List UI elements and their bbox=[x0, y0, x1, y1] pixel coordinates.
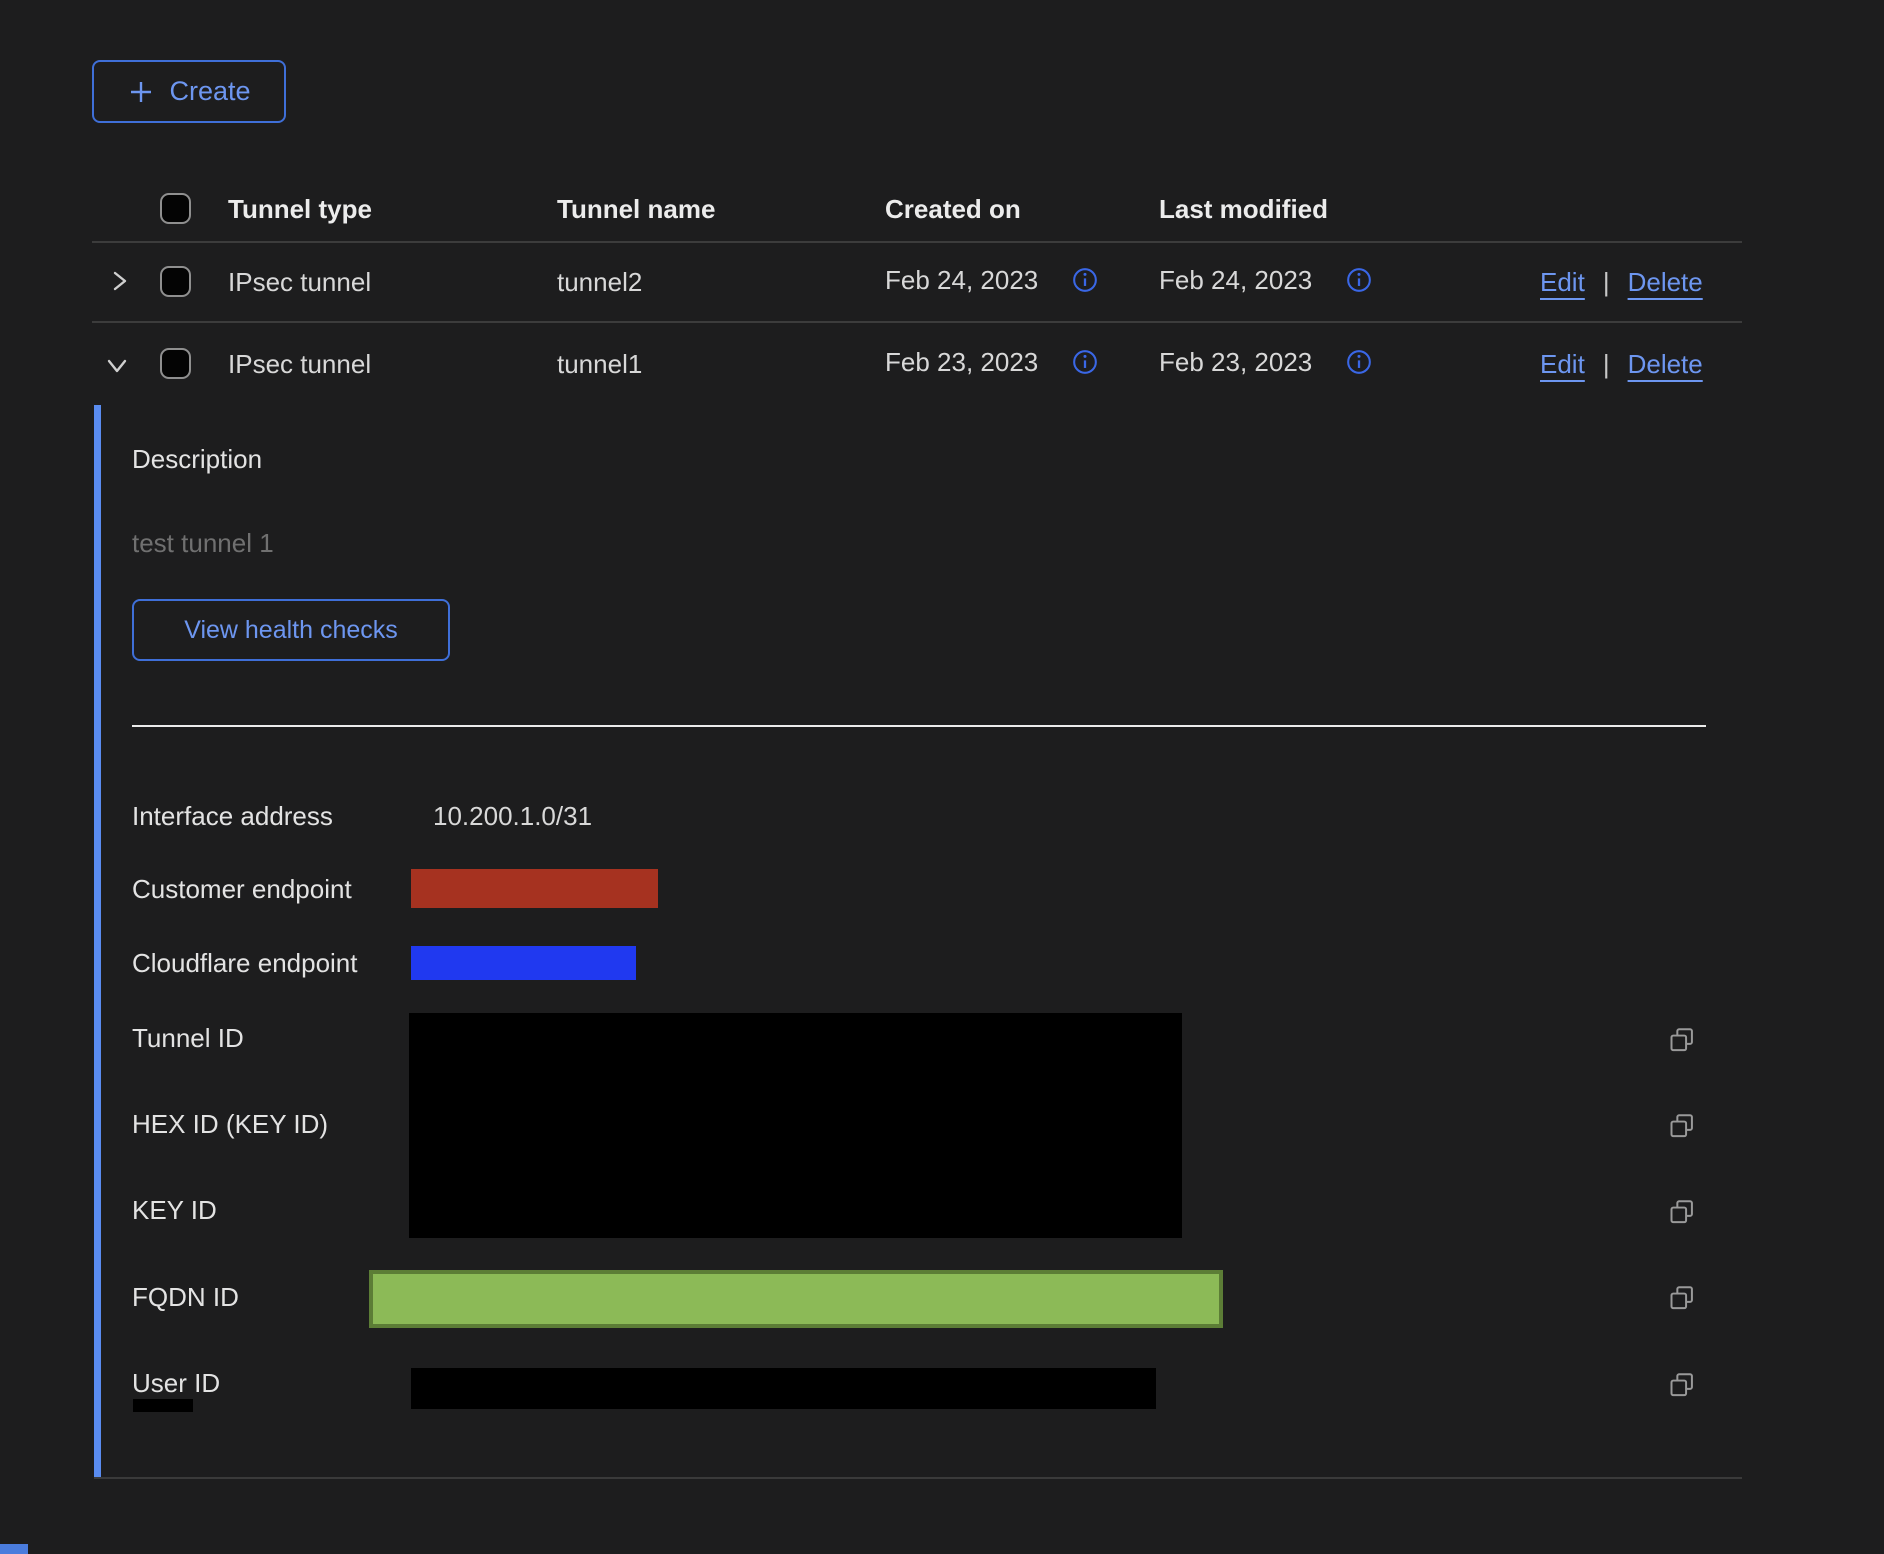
field-label-customer-endpoint: Customer endpoint bbox=[132, 873, 352, 905]
row-1-last-modified: Feb 24, 2023 bbox=[1159, 264, 1312, 296]
row-2-edit-link[interactable]: Edit bbox=[1540, 348, 1585, 380]
field-label-interface-address: Interface address bbox=[132, 800, 333, 832]
column-header-created-on: Created on bbox=[885, 193, 1021, 225]
row-2-last-modified-cell: Feb 23, 2023 bbox=[1159, 346, 1372, 378]
action-separator: | bbox=[1603, 348, 1610, 380]
copy-icon-tunnel-id[interactable] bbox=[1668, 1026, 1696, 1054]
row-2-delete-link[interactable]: Delete bbox=[1628, 348, 1703, 380]
field-label-hex-id: HEX ID (KEY ID) bbox=[132, 1108, 328, 1140]
redaction-green-block-fqdn-id bbox=[369, 1270, 1223, 1328]
description-value: test tunnel 1 bbox=[132, 527, 274, 559]
field-label-tunnel-id: Tunnel ID bbox=[132, 1022, 244, 1054]
view-health-checks-button[interactable]: View health checks bbox=[132, 599, 450, 661]
row-1-created-on-cell: Feb 24, 2023 bbox=[885, 264, 1098, 296]
row-2-actions: Edit | Delete bbox=[1540, 348, 1703, 380]
row-2-last-modified: Feb 23, 2023 bbox=[1159, 346, 1312, 378]
tunnels-page: Create Tunnel type Tunnel name Created o… bbox=[0, 0, 1884, 1554]
copy-icon-user-id[interactable] bbox=[1668, 1371, 1696, 1399]
row-2-tunnel-type: IPsec tunnel bbox=[228, 348, 371, 380]
info-icon[interactable] bbox=[1072, 349, 1098, 375]
row-1-checkbox[interactable] bbox=[160, 266, 191, 297]
info-icon[interactable] bbox=[1346, 267, 1372, 293]
header-divider bbox=[92, 241, 1742, 243]
row-1-tunnel-type: IPsec tunnel bbox=[228, 266, 371, 298]
row-1-expand-chevron-right-icon[interactable] bbox=[104, 266, 134, 296]
field-label-user-id: User ID bbox=[132, 1367, 220, 1399]
column-header-tunnel-name: Tunnel name bbox=[557, 193, 715, 225]
row-2-tunnel-name: tunnel1 bbox=[557, 348, 642, 380]
select-all-checkbox[interactable] bbox=[160, 193, 191, 224]
row-1-tunnel-name: tunnel2 bbox=[557, 266, 642, 298]
column-header-tunnel-type: Tunnel type bbox=[228, 193, 372, 225]
redaction-black-block-ids bbox=[409, 1013, 1182, 1238]
expansion-indicator-bar bbox=[94, 405, 101, 1479]
plus-icon bbox=[127, 78, 155, 106]
field-label-cloudflare-endpoint: Cloudflare endpoint bbox=[132, 947, 358, 979]
field-label-fqdn-id: FQDN ID bbox=[132, 1281, 239, 1313]
expanded-row-bottom-border bbox=[94, 1477, 1742, 1479]
row-1-delete-link[interactable]: Delete bbox=[1628, 266, 1703, 298]
row-1-last-modified-cell: Feb 24, 2023 bbox=[1159, 264, 1372, 296]
info-icon[interactable] bbox=[1346, 349, 1372, 375]
row-2-created-on-cell: Feb 23, 2023 bbox=[885, 346, 1098, 378]
copy-icon-hex-id[interactable] bbox=[1668, 1112, 1696, 1140]
field-label-key-id: KEY ID bbox=[132, 1194, 217, 1226]
info-icon[interactable] bbox=[1072, 267, 1098, 293]
copy-icon-fqdn-id[interactable] bbox=[1668, 1284, 1696, 1312]
redaction-red-block-customer-endpoint bbox=[411, 869, 658, 908]
action-separator: | bbox=[1603, 266, 1610, 298]
redaction-blue-block-cloudflare-endpoint bbox=[411, 946, 636, 980]
row-2-checkbox[interactable] bbox=[160, 348, 191, 379]
copy-icon-key-id[interactable] bbox=[1668, 1198, 1696, 1226]
row-2-collapse-chevron-down-icon[interactable] bbox=[102, 350, 132, 380]
description-label: Description bbox=[132, 443, 262, 475]
row-divider bbox=[92, 321, 1742, 323]
redaction-black-strip bbox=[133, 1399, 193, 1412]
row-1-actions: Edit | Delete bbox=[1540, 266, 1703, 298]
row-1-edit-link[interactable]: Edit bbox=[1540, 266, 1585, 298]
create-button-label: Create bbox=[169, 76, 250, 107]
redaction-black-block-user-id bbox=[411, 1368, 1156, 1409]
row-2-created-on: Feb 23, 2023 bbox=[885, 346, 1038, 378]
column-header-last-modified: Last modified bbox=[1159, 193, 1328, 225]
field-value-interface-address: 10.200.1.0/31 bbox=[433, 800, 592, 832]
create-button[interactable]: Create bbox=[92, 60, 286, 123]
section-divider bbox=[132, 725, 1706, 727]
row-1-created-on: Feb 24, 2023 bbox=[885, 264, 1038, 296]
bottom-left-accent-bar bbox=[0, 1544, 28, 1554]
